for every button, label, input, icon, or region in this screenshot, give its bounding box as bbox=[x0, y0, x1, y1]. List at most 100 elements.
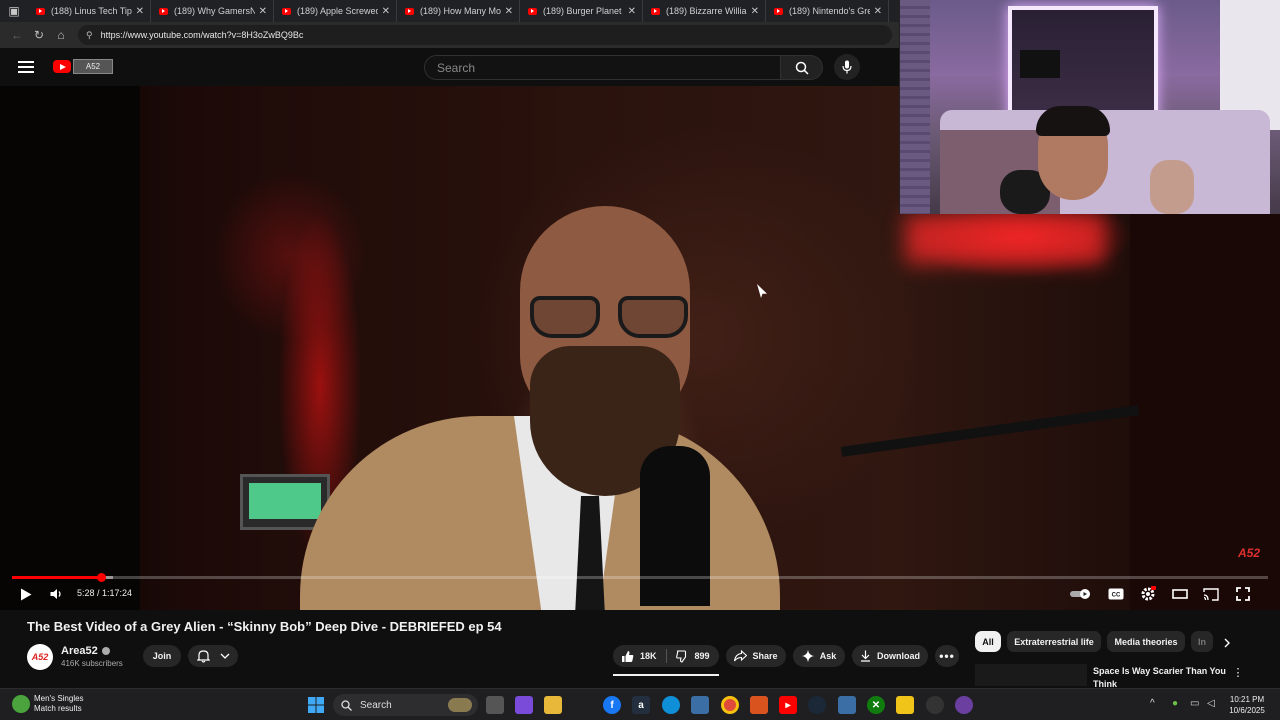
channel-name[interactable]: Area52 bbox=[61, 645, 110, 657]
close-tab-icon[interactable]: ✕ bbox=[628, 6, 636, 17]
closed-captions-icon: CC bbox=[1108, 588, 1124, 600]
play-button[interactable] bbox=[16, 584, 36, 604]
like-button[interactable]: 18K bbox=[621, 650, 657, 663]
copilot-icon[interactable] bbox=[515, 696, 533, 714]
header-channel-logo[interactable]: A52 bbox=[73, 59, 113, 74]
display-icon[interactable]: ▭ bbox=[1190, 698, 1199, 709]
tab-actions-icon[interactable]: ▣ bbox=[0, 0, 28, 22]
windows-logo-icon bbox=[308, 697, 324, 713]
reload-icon[interactable]: ↻ bbox=[28, 24, 50, 46]
network-app-icon[interactable] bbox=[838, 696, 856, 714]
start-button[interactable] bbox=[307, 696, 325, 714]
file-explorer-icon[interactable] bbox=[544, 696, 562, 714]
mute-button[interactable] bbox=[47, 584, 67, 604]
red-lamp bbox=[905, 214, 1105, 264]
vlc-icon[interactable] bbox=[750, 696, 768, 714]
widgets-button[interactable]: Men's Singles Match results bbox=[12, 694, 84, 714]
seek-bar[interactable] bbox=[12, 573, 1268, 582]
menu-icon[interactable] bbox=[18, 61, 34, 73]
voice-search-button[interactable] bbox=[834, 54, 860, 80]
video-dark-edge bbox=[0, 86, 140, 610]
microphone-icon bbox=[842, 60, 852, 74]
xbox-icon[interactable]: ✕ bbox=[867, 696, 885, 714]
show-hidden-icons-icon[interactable]: ^ bbox=[1150, 698, 1155, 709]
youtube-favicon-icon bbox=[774, 7, 783, 15]
settings-button[interactable] bbox=[1138, 584, 1158, 604]
wall-tv bbox=[1020, 50, 1060, 78]
app-icon[interactable] bbox=[955, 696, 973, 714]
seek-bar-played bbox=[12, 576, 101, 579]
theater-mode-icon bbox=[1172, 589, 1188, 599]
facebook-icon[interactable]: f bbox=[603, 696, 621, 714]
widget-title: Men's Singles bbox=[34, 694, 84, 703]
chip-media-theories[interactable]: Media theories bbox=[1107, 631, 1185, 652]
chip-extraterrestrial-life[interactable]: Extraterrestrial life bbox=[1007, 631, 1101, 652]
system-clock[interactable]: 10:21 PM 10/6/2025 bbox=[1224, 694, 1270, 716]
url-field[interactable]: ⚲ https://www.youtube.com/watch?v=8H3oZwB… bbox=[78, 25, 892, 45]
recommendation-title[interactable]: Space Is Way Scarier Than You Think bbox=[1093, 665, 1228, 687]
search-icon bbox=[795, 61, 809, 75]
chrome-icon[interactable] bbox=[721, 696, 739, 714]
microphone-tray-icon[interactable]: ● bbox=[1172, 698, 1178, 709]
dislike-button[interactable]: 899 bbox=[675, 649, 710, 663]
notifications-button[interactable] bbox=[188, 645, 238, 667]
channel-avatar[interactable]: A52 bbox=[27, 644, 53, 670]
close-tab-icon[interactable]: ✕ bbox=[505, 6, 513, 17]
youtube-app-icon[interactable]: ▸ bbox=[779, 696, 797, 714]
seek-handle[interactable] bbox=[96, 573, 106, 582]
search-icon bbox=[341, 699, 352, 711]
youtube-logo-icon[interactable] bbox=[53, 60, 71, 73]
youtube-favicon-icon bbox=[159, 7, 168, 15]
webcam-overlay bbox=[899, 0, 1280, 214]
close-tab-icon[interactable]: ✕ bbox=[382, 6, 390, 17]
browser-tab[interactable]: (189) Bizzarre William ✕ bbox=[643, 0, 766, 22]
obs-icon[interactable] bbox=[926, 696, 944, 714]
more-actions-button[interactable]: ••• bbox=[935, 645, 959, 667]
close-tab-icon[interactable]: ✕ bbox=[259, 6, 267, 17]
home-icon[interactable]: ⌂ bbox=[50, 24, 72, 46]
youtube-favicon-icon bbox=[405, 7, 414, 15]
recommendation-thumbnail[interactable] bbox=[975, 664, 1087, 686]
browser-tab[interactable]: (189) Nintendo's Greed✕ bbox=[766, 0, 889, 22]
browser-tab[interactable]: (189) Why GamersNe ✕ bbox=[151, 0, 274, 22]
chip-all[interactable]: All bbox=[975, 631, 1001, 652]
browser-tab[interactable]: (188) Linus Tech Tips -✕ bbox=[28, 0, 151, 22]
steam-icon[interactable] bbox=[808, 696, 826, 714]
like-dislike-group: 18K 899 bbox=[613, 645, 719, 667]
close-tab-icon[interactable]: ✕ bbox=[874, 6, 882, 17]
sticky-notes-icon[interactable] bbox=[896, 696, 914, 714]
close-tab-icon[interactable]: ✕ bbox=[751, 6, 759, 17]
search-button[interactable] bbox=[781, 55, 823, 80]
chip-partial[interactable]: In bbox=[1191, 631, 1213, 652]
browser-tab[interactable]: (189) Burger Planet Ed✕ bbox=[520, 0, 643, 22]
browser-tab[interactable]: (189) Apple Screwed U✕ bbox=[274, 0, 397, 22]
recommendation-menu-button[interactable]: ⋮ bbox=[1232, 665, 1244, 681]
join-button[interactable]: Join bbox=[143, 645, 181, 667]
share-button[interactable]: Share bbox=[726, 645, 786, 667]
volume-icon bbox=[50, 589, 61, 599]
task-view-icon[interactable] bbox=[486, 696, 504, 714]
close-tab-icon[interactable]: ✕ bbox=[136, 6, 144, 17]
speaker-icon[interactable]: ◁ bbox=[1207, 698, 1215, 709]
ask-button[interactable]: Ask bbox=[793, 645, 845, 667]
back-icon[interactable]: ← bbox=[6, 24, 28, 46]
cast-button[interactable] bbox=[1201, 584, 1221, 604]
fullscreen-button[interactable] bbox=[1233, 584, 1253, 604]
site-info-icon[interactable]: ⚲ bbox=[86, 30, 93, 41]
theater-mode-button[interactable] bbox=[1170, 584, 1190, 604]
chips-next-button[interactable] bbox=[1219, 633, 1235, 653]
calculator-icon[interactable] bbox=[691, 696, 709, 714]
channel-watermark[interactable]: A52 bbox=[1238, 546, 1260, 560]
subtitles-button[interactable]: CC bbox=[1106, 584, 1126, 604]
browser-tab[interactable]: (189) How Many Moni ✕ bbox=[397, 0, 520, 22]
youtube-header: A52 Search bbox=[0, 48, 900, 86]
taskbar-search[interactable]: Search bbox=[333, 694, 478, 716]
thumbs-up-icon bbox=[622, 650, 634, 662]
autoplay-toggle[interactable] bbox=[1069, 584, 1093, 604]
download-button[interactable]: Download bbox=[852, 645, 928, 667]
amazon-icon[interactable]: a bbox=[632, 696, 650, 714]
search-input[interactable]: Search bbox=[424, 55, 781, 80]
gear-icon bbox=[1141, 586, 1156, 601]
edge-icon[interactable] bbox=[662, 696, 680, 714]
window-blinds bbox=[900, 0, 930, 214]
